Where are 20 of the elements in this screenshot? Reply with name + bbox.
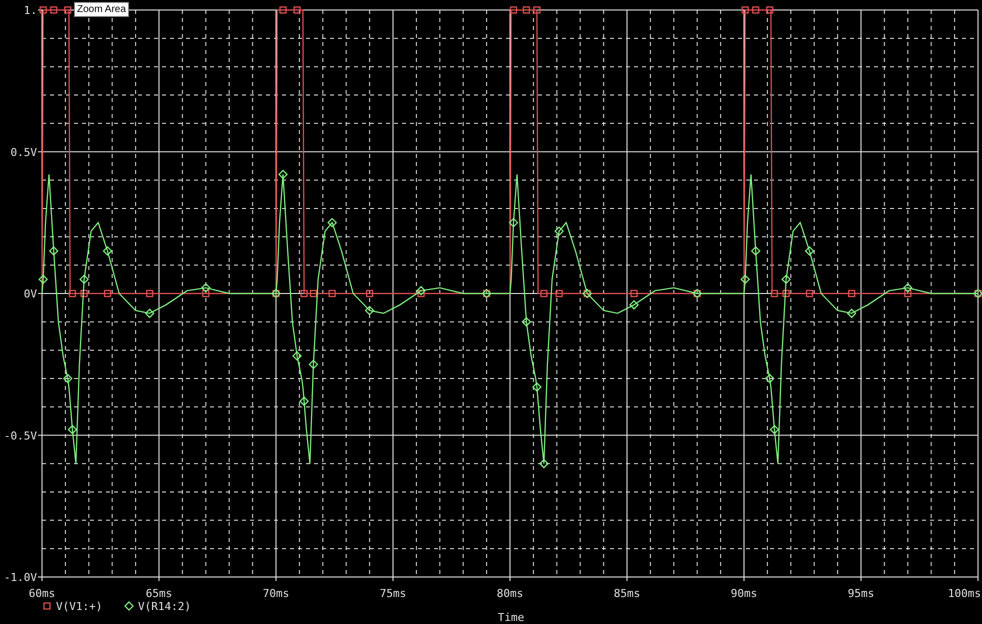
y-tick-label: 1. (24, 4, 37, 17)
axis-title: Time (498, 611, 524, 624)
square-icon (43, 602, 51, 610)
x-tick-label: 70ms (262, 587, 290, 600)
x-tick-label: 75ms (380, 587, 406, 600)
y-tick-label: -0.5V (4, 429, 37, 442)
tooltip: Zoom Area (74, 2, 129, 17)
x-tick-label: 100ms (948, 587, 981, 600)
y-tick-label: 0.5V (10, 146, 37, 159)
legend-label: V(V1:+) (56, 600, 102, 613)
x-tick-label: 85ms (614, 587, 640, 600)
x-tick-label: 80ms (496, 587, 524, 600)
legend-label: V(R14:2) (138, 600, 191, 613)
x-tick-label: 65ms (146, 587, 172, 600)
y-tick-label: 0V (24, 288, 37, 300)
x-tick-label: 95ms (848, 587, 874, 600)
y-tick-label: -1.0V (4, 571, 37, 584)
x-tick-label: 90ms (730, 587, 758, 600)
x-tick-label: 60ms (28, 587, 56, 600)
diamond-icon (124, 601, 134, 611)
